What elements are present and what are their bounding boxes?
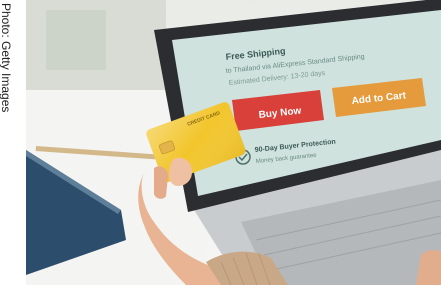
photo-scene: Free Shipping to Thailand via AliExpress… [26,0,441,285]
photo-credit-strip: Photo: Getty Images [0,0,26,285]
photo-credit: Photo: Getty Images [0,3,13,113]
background-plant [46,10,106,70]
fingers [154,166,168,199]
photo: Free Shipping to Thailand via AliExpress… [26,0,441,285]
